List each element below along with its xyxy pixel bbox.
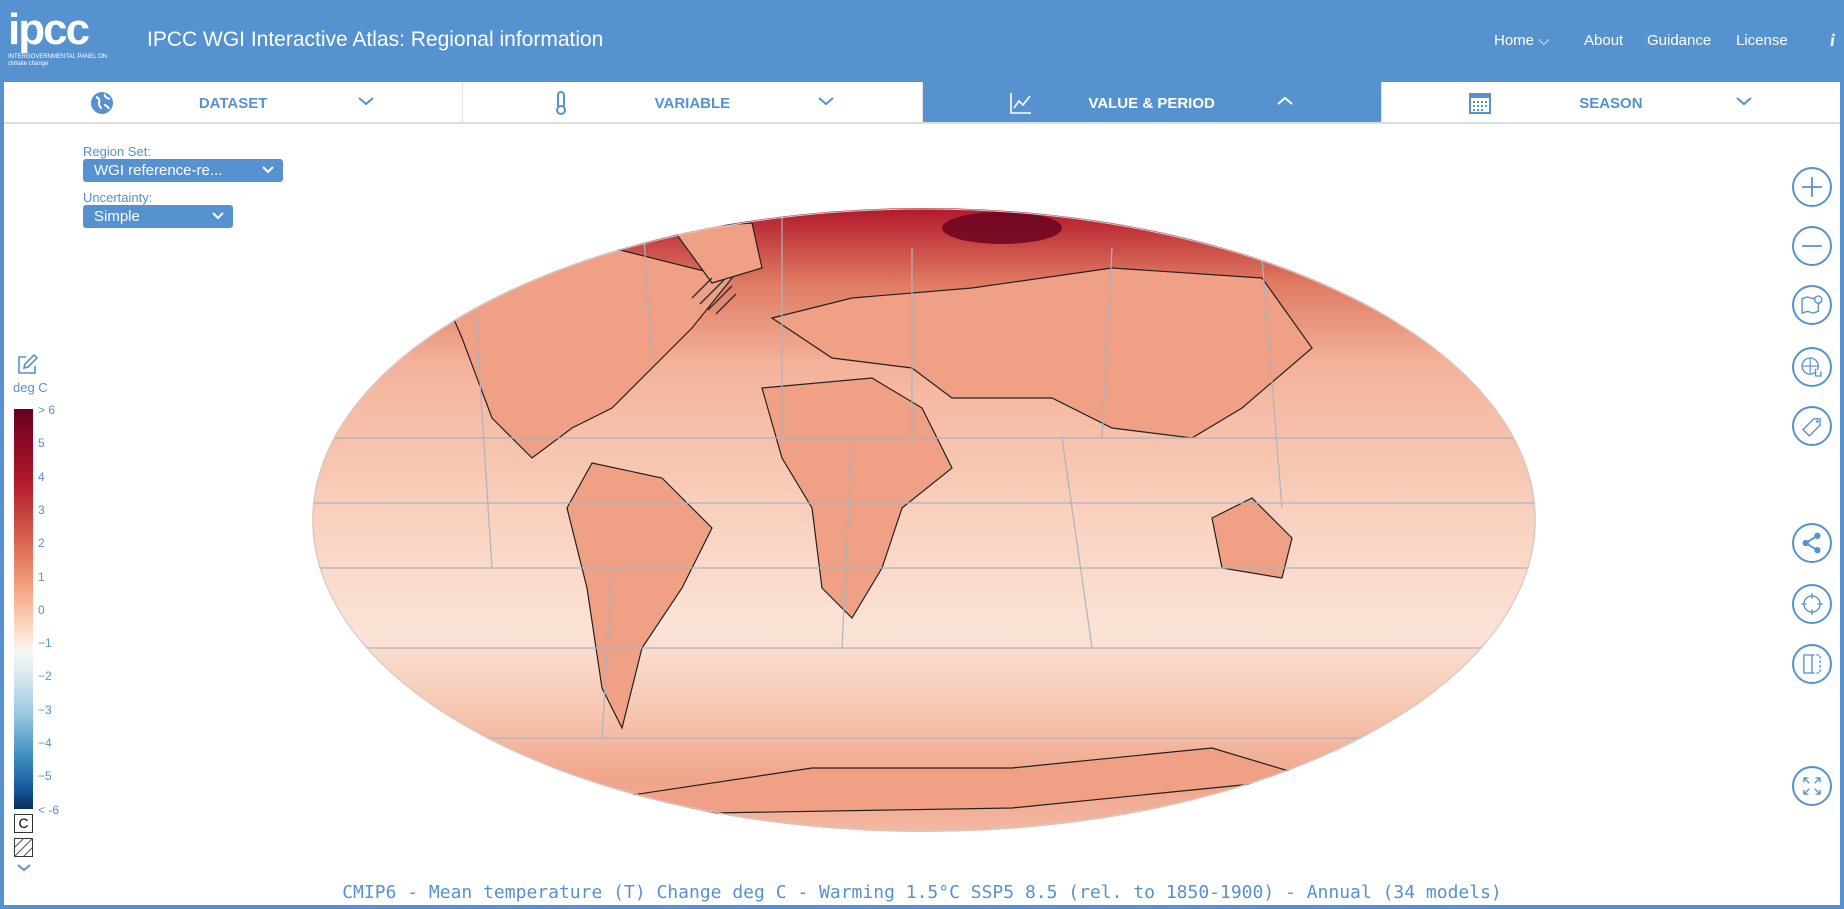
tab-season[interactable]: SEASON	[1382, 82, 1840, 122]
map-pin-button[interactable]	[1792, 285, 1832, 325]
main-area: DATASET VARIABLE VALUE & PERIOD SEASON R…	[4, 82, 1840, 905]
chevron-down-icon	[212, 212, 224, 220]
legend-unit: deg C	[13, 380, 48, 395]
legend-tick: −3	[38, 702, 52, 717]
crosshair-button[interactable]	[1792, 584, 1832, 624]
color-scale-bar	[14, 409, 33, 809]
chevron-down-icon	[262, 166, 274, 174]
nav-guidance[interactable]: Guidance	[1647, 32, 1711, 49]
legend-tick: 4	[38, 469, 45, 484]
legend-tick: 0	[38, 602, 45, 617]
info-icon[interactable]: i	[1830, 30, 1835, 51]
tab-bar: DATASET VARIABLE VALUE & PERIOD SEASON	[4, 82, 1840, 124]
chevron-down-icon	[1736, 97, 1752, 106]
share-button[interactable]	[1792, 523, 1832, 563]
legend-tick: −2	[38, 669, 52, 684]
crosshair-icon	[1801, 593, 1823, 615]
legend-tick: 5	[38, 436, 45, 451]
nav-home[interactable]: Home ⌵	[1494, 32, 1550, 49]
uncertainty-select[interactable]: Simple	[83, 205, 233, 228]
page-title: IPCC WGI Interactive Atlas: Regional inf…	[147, 28, 604, 51]
legend-tick: −5	[38, 769, 52, 784]
legend-tick: < -6	[38, 802, 60, 817]
legend-tick: > 6	[38, 403, 56, 417]
edit-legend-icon[interactable]	[16, 354, 38, 376]
map-pin-icon	[1801, 295, 1823, 315]
nav-about[interactable]: About	[1584, 32, 1623, 49]
region-set-label: Region Set:	[83, 144, 151, 159]
chevron-down-icon	[817, 97, 834, 106]
header: ipcc INTERGOVERNMENTAL PANEL ON climate …	[0, 0, 1844, 82]
region-set-select[interactable]: WGI reference-re...	[83, 159, 283, 182]
legend-tick: −4	[38, 736, 52, 750]
chevron-down-icon[interactable]	[16, 862, 32, 874]
tag-icon	[1802, 418, 1821, 437]
legend-tick: 2	[38, 536, 45, 551]
map-caption: CMIP6 - Mean temperature (T) Change deg …	[342, 882, 1502, 903]
tab-value-period[interactable]: VALUE & PERIOD	[922, 82, 1382, 122]
zoom-out-button[interactable]	[1792, 226, 1832, 266]
chevron-down-icon: ⌵	[1538, 32, 1550, 49]
hatching-toggle[interactable]	[14, 838, 33, 857]
fullscreen-button[interactable]	[1792, 766, 1832, 806]
fullscreen-icon	[1803, 777, 1821, 795]
world-map[interactable]	[312, 208, 1536, 832]
tab-dataset[interactable]: DATASET	[4, 82, 464, 122]
tab-variable[interactable]: VARIABLE	[463, 82, 923, 122]
chevron-down-icon	[358, 97, 374, 106]
globe-click-icon	[1801, 357, 1822, 377]
ipcc-logo[interactable]: ipcc INTERGOVERNMENTAL PANEL ON climate …	[8, 6, 118, 72]
chevron-up-icon	[1277, 96, 1293, 105]
globe-click-button[interactable]	[1792, 347, 1832, 387]
tag-button[interactable]	[1792, 406, 1832, 446]
nav-license[interactable]: License	[1736, 32, 1788, 49]
uncertainty-label: Uncertainty:	[83, 190, 153, 205]
share-icon	[1802, 532, 1821, 554]
compare-button[interactable]	[1792, 644, 1832, 684]
zoom-in-button[interactable]	[1792, 167, 1832, 207]
legend-tick: −1	[38, 636, 52, 651]
legend-tick: 1	[38, 569, 45, 584]
legend-tick: 3	[38, 502, 45, 517]
zoom-in-icon	[1802, 177, 1822, 197]
coastline-toggle[interactable]: C	[14, 814, 33, 833]
zoom-out-icon	[1802, 245, 1822, 247]
compare-icon	[1803, 654, 1821, 674]
